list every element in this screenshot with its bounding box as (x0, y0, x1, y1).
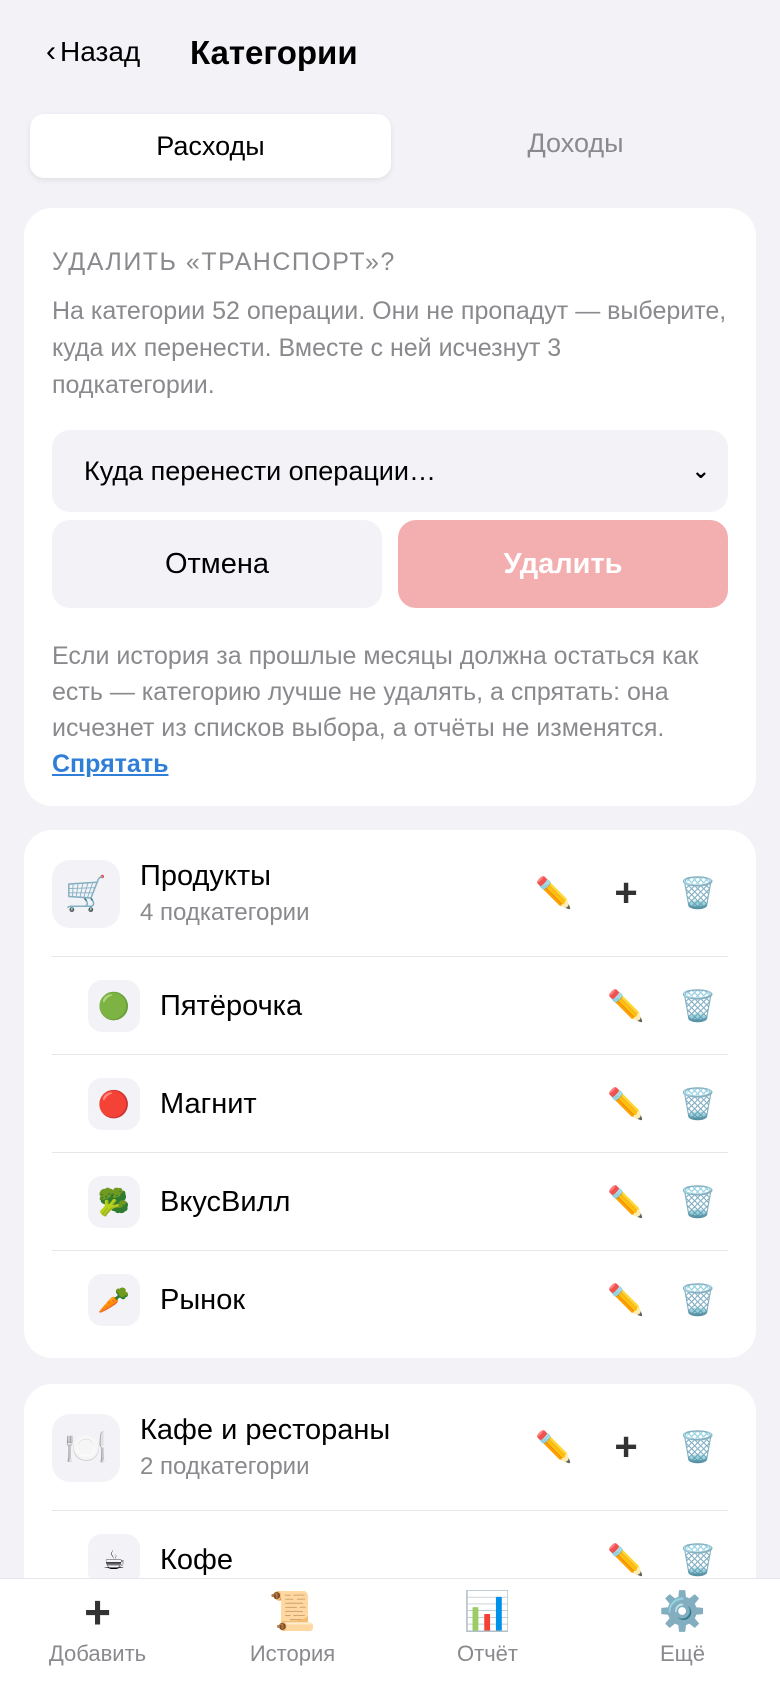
plate-icon: 🍽️ (52, 1413, 120, 1482)
trash-icon[interactable]: 🗑️ (679, 1430, 716, 1466)
subcategory-row[interactable]: 🥦 ВкусВилл ✏️ 🗑️ (24, 1153, 756, 1251)
broccoli-icon: 🥦 (88, 1176, 140, 1228)
cart-icon: 🛒 (52, 859, 120, 928)
tab-report[interactable]: 📊 Отчёт (390, 1579, 585, 1688)
bottom-tab-bar: + Добавить 📜 История 📊 Отчёт ⚙️ Ещё (0, 1578, 780, 1688)
move-operations-select[interactable]: Куда перенести операции… ⌄ (52, 430, 728, 512)
category-group-products: 🛒 Продукты 4 подкатегории ✏️ + 🗑️ 🟢 Пятё… (24, 830, 756, 1358)
subcategory-name: Магнит (160, 1087, 257, 1120)
chevron-left-icon: ‹ (46, 35, 56, 68)
tab-income[interactable]: Доходы (395, 106, 756, 180)
back-button[interactable]: ‹ Назад (46, 36, 140, 68)
tab-label: Ещё (659, 1641, 705, 1666)
gear-icon: ⚙️ (658, 1591, 707, 1633)
select-value: Куда перенести операции… (84, 455, 436, 486)
subcategory-count: 2 подкатегории (140, 1453, 310, 1480)
pencil-icon[interactable]: ✏️ (607, 1086, 644, 1122)
categories-screen: ‹ Назад Категории Расходы Доходы УДАЛИТЬ… (0, 0, 780, 1688)
trash-icon[interactable]: 🗑️ (679, 876, 716, 912)
page-title: Категории (190, 34, 358, 71)
red-circle-icon: 🔴 (88, 1078, 140, 1130)
scroll-icon: 📜 (268, 1591, 317, 1633)
subcategory-count: 4 подкатегории (140, 899, 310, 926)
green-circle-icon: 🟢 (88, 980, 140, 1032)
delete-button[interactable]: Удалить (398, 520, 728, 608)
hide-link[interactable]: Спрятать (52, 750, 168, 778)
dialog-buttons: Отмена Удалить (52, 520, 728, 608)
trash-icon[interactable]: 🗑️ (679, 988, 716, 1024)
bar-chart-icon: 📊 (463, 1591, 512, 1633)
subcategory-name: Пятёрочка (160, 989, 303, 1022)
tab-expenses[interactable]: Расходы (30, 114, 391, 178)
category-row[interactable]: 🍽️ Кафе и рестораны 2 подкатегории ✏️ + … (24, 1384, 756, 1511)
trash-icon[interactable]: 🗑️ (679, 1184, 716, 1220)
cancel-button[interactable]: Отмена (52, 520, 382, 608)
tab-add[interactable]: + Добавить (0, 1579, 195, 1688)
category-name: Кафе и рестораны (140, 1414, 391, 1446)
tab-label: Добавить (48, 1641, 147, 1666)
subcategory-name: ВкусВилл (160, 1185, 291, 1218)
subcategory-row[interactable]: 🟢 Пятёрочка ✏️ 🗑️ (24, 957, 756, 1055)
trash-icon[interactable]: 🗑️ (679, 1282, 716, 1318)
category-name: Продукты (140, 860, 272, 892)
delete-category-dialog: УДАЛИТЬ «ТРАНСПОРТ»? На категории 52 опе… (24, 208, 756, 806)
pencil-icon[interactable]: ✏️ (607, 1282, 644, 1318)
pencil-icon[interactable]: ✏️ (535, 1430, 572, 1466)
carrot-icon: 🥕 (88, 1274, 140, 1326)
hide-hint: Если история за прошлые месяцы должна ос… (52, 638, 728, 782)
subcategory-name: Кофе (160, 1543, 234, 1576)
subcategory-row[interactable]: 🔴 Магнит ✏️ 🗑️ (24, 1055, 756, 1153)
back-label: Назад (60, 36, 141, 67)
subcategory-row[interactable]: 🥕 Рынок ✏️ 🗑️ (24, 1251, 756, 1349)
pencil-icon[interactable]: ✏️ (535, 876, 572, 912)
header: ‹ Назад Категории (0, 0, 780, 110)
trash-icon[interactable]: 🗑️ (679, 1542, 716, 1578)
tab-label: Отчёт (457, 1641, 518, 1666)
pencil-icon[interactable]: ✏️ (607, 1542, 644, 1578)
dialog-title: УДАЛИТЬ «ТРАНСПОРТ»? (52, 248, 396, 276)
tab-history[interactable]: 📜 История (195, 1579, 390, 1688)
trash-icon[interactable]: 🗑️ (679, 1086, 716, 1122)
pencil-icon[interactable]: ✏️ (607, 1184, 644, 1220)
tab-more[interactable]: ⚙️ Ещё (585, 1579, 780, 1688)
chevron-down-icon: ⌄ (691, 458, 710, 483)
tab-label: История (249, 1641, 336, 1666)
dialog-description: На категории 52 операции. Они не пропаду… (52, 297, 727, 399)
subcategory-name: Рынок (160, 1283, 246, 1316)
pencil-icon[interactable]: ✏️ (607, 988, 644, 1024)
type-segmented-control: Расходы Доходы (24, 106, 756, 180)
hint-text: Если история за прошлые месяцы должна ос… (52, 642, 699, 742)
category-row[interactable]: 🛒 Продукты 4 подкатегории ✏️ + 🗑️ (24, 830, 756, 957)
plus-icon: + (84, 1586, 111, 1638)
plus-icon[interactable]: + (608, 871, 644, 915)
plus-icon[interactable]: + (608, 1425, 644, 1469)
